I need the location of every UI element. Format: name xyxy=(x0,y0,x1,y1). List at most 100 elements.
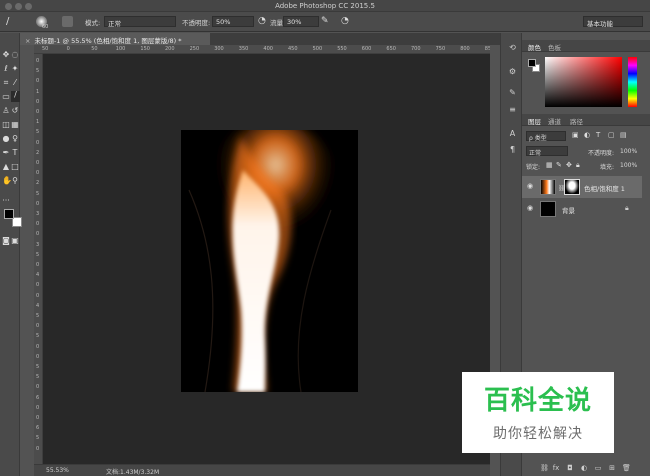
visibility-eye-icon[interactable]: ◉ xyxy=(527,205,535,212)
layer-row-hue-saturation[interactable]: ◉ ⛓ 色相/饱和度 1 xyxy=(522,176,642,198)
flow-value: 30% xyxy=(287,18,302,26)
filter-smart-object-icon[interactable]: ▤ xyxy=(620,131,627,139)
layer-opacity-label: 不透明度: xyxy=(588,150,615,157)
flow-field[interactable]: 30% xyxy=(283,16,319,27)
ruler-tick-label: 300 xyxy=(214,46,224,52)
brush-tool-icon[interactable]: / xyxy=(6,16,17,27)
layers-panel-tabs: 图层 通道 路径 xyxy=(522,114,650,126)
add-mask-icon[interactable]: ◘ xyxy=(566,464,574,472)
marquee-tool-icon[interactable]: ◌ xyxy=(11,51,19,59)
brush-panel-toggle-icon[interactable] xyxy=(62,16,73,27)
quick-mask-icon[interactable]: ◙ xyxy=(2,237,10,245)
hue-slider[interactable] xyxy=(628,57,637,107)
tab-paths[interactable]: 路径 xyxy=(570,116,583,126)
eyedropper-tool-icon[interactable]: ⁄ xyxy=(11,79,19,87)
ruler-tick-label: 600 xyxy=(361,46,372,52)
lock-transparent-icon[interactable]: ▦ xyxy=(546,161,553,169)
new-layer-icon[interactable]: ⊞ xyxy=(608,464,616,472)
tab-channels[interactable]: 通道 xyxy=(548,116,561,126)
layer-style-icon[interactable]: fx xyxy=(552,464,560,472)
fill-label: 填充: xyxy=(600,164,615,171)
delete-layer-icon[interactable]: 🗑︎ xyxy=(622,464,631,472)
blend-mode-select[interactable]: 正常 xyxy=(526,146,568,157)
ruler-tick-label: 750 xyxy=(435,46,446,52)
foreground-color-swatch[interactable] xyxy=(4,209,14,219)
more-tools-icon[interactable]: ··· xyxy=(2,197,10,205)
zoom-tool-icon[interactable]: ⚲ xyxy=(11,177,19,185)
screen-mode-icon[interactable]: ▣ xyxy=(11,237,19,245)
move-tool-icon[interactable]: ✥ xyxy=(2,51,10,59)
opacity-field[interactable]: 50% xyxy=(212,16,254,27)
ruler-tick-label: 850 xyxy=(484,46,490,52)
visibility-eye-icon[interactable]: ◉ xyxy=(527,183,535,190)
magic-wand-tool-icon[interactable]: ✦ xyxy=(11,65,19,73)
layer-opacity-value[interactable]: 100% xyxy=(620,148,637,155)
paragraph-panel-icon[interactable]: ¶ xyxy=(508,145,517,154)
ruler-tick-label: 6 xyxy=(36,425,40,432)
workspace-switcher[interactable]: 基本功能 xyxy=(583,16,643,28)
brush-tool-active-icon[interactable]: / xyxy=(11,91,20,102)
document-info[interactable]: 文档:1.43M/3.32M xyxy=(106,467,159,476)
layer-filter-value: ρ 类型 xyxy=(529,135,547,142)
pen-tool-icon[interactable]: ✒ xyxy=(2,149,10,157)
adjustments-panel-icon[interactable]: ≡ xyxy=(508,105,517,114)
pressure-opacity-icon[interactable]: ◔ xyxy=(258,16,269,27)
link-layers-icon[interactable]: ⛓ xyxy=(540,464,549,472)
lasso-tool-icon[interactable]: ℓ xyxy=(2,65,10,73)
ruler-tick-label: 0 xyxy=(36,262,40,268)
history-brush-tool-icon[interactable]: ↺ xyxy=(11,107,19,115)
filter-pixel-icon[interactable]: ▣ xyxy=(572,131,579,139)
crop-tool-icon[interactable]: ⌗ xyxy=(2,79,10,87)
type-tool-icon[interactable]: T xyxy=(11,149,19,157)
ruler-tick-label: 400 xyxy=(263,46,273,52)
pressure-size-icon[interactable]: ◔ xyxy=(341,16,352,27)
brush-presets-panel-icon[interactable]: ✎ xyxy=(508,88,517,97)
path-selection-tool-icon[interactable]: ▲ xyxy=(2,163,10,171)
watermark-logo: 百科全说 助你轻松解决 xyxy=(462,372,614,453)
close-tab-icon[interactable]: × xyxy=(25,37,30,45)
hand-tool-icon[interactable]: ✋ xyxy=(2,177,12,185)
filter-shape-icon[interactable]: ▢ xyxy=(608,131,615,139)
character-panel-icon[interactable]: A xyxy=(508,129,517,138)
blur-tool-icon[interactable]: ● xyxy=(2,135,10,143)
properties-panel-icon[interactable]: ⚙ xyxy=(508,67,517,76)
ruler-tick-label: 5 xyxy=(36,190,40,197)
history-panel-icon[interactable]: ⟲ xyxy=(508,43,517,52)
new-group-icon[interactable]: ▭ xyxy=(594,464,602,472)
fill-value[interactable]: 100% xyxy=(620,162,637,169)
dodge-tool-icon[interactable]: ♀ xyxy=(11,135,19,143)
layer-filter-select[interactable]: ρ 类型 xyxy=(526,131,566,142)
tab-color[interactable]: 颜色 xyxy=(528,42,541,52)
ruler-tick-label: 50 xyxy=(42,46,49,52)
healing-brush-tool-icon[interactable]: ▭ xyxy=(2,93,10,101)
document-tab[interactable]: × 未标题-1 @ 55.5% (色相/饱和度 1, 图层蒙版/8) * xyxy=(20,33,210,45)
layer-row-background[interactable]: ◉ 背景 🔒︎ xyxy=(522,198,642,220)
document-canvas[interactable] xyxy=(181,130,358,392)
rectangle-tool-icon[interactable]: □ xyxy=(11,163,19,171)
airbrush-icon[interactable]: ✎ xyxy=(321,16,332,27)
lock-image-icon[interactable]: ✎ xyxy=(556,161,562,169)
gradient-tool-icon[interactable]: ▦ xyxy=(11,121,19,129)
zoom-level[interactable]: 55.53% xyxy=(46,467,69,474)
color-picker-field[interactable] xyxy=(545,57,622,107)
ruler-tick-label: 0 xyxy=(36,292,40,299)
ruler-tick-label: 3 xyxy=(36,211,40,217)
ruler-tick-label: 0 xyxy=(36,445,40,452)
ruler-tick-label: 5 xyxy=(36,435,40,442)
layer-lock-icon: 🔒︎ xyxy=(625,204,629,212)
lock-position-icon[interactable]: ✥ xyxy=(566,161,572,169)
eraser-tool-icon[interactable]: ◫ xyxy=(2,121,10,129)
layer-mask-thumbnail[interactable] xyxy=(564,179,580,195)
tab-layers[interactable]: 图层 xyxy=(528,116,541,126)
panel-foreground-swatch[interactable] xyxy=(528,59,536,67)
filter-type-icon[interactable]: T xyxy=(596,131,600,139)
mode-label: 模式: xyxy=(85,19,101,27)
lock-all-icon[interactable]: 🔒︎ xyxy=(576,161,580,170)
mode-select[interactable]: 正常 xyxy=(104,16,176,28)
filter-adjustment-icon[interactable]: ◐ xyxy=(584,131,590,139)
watermark-subtitle: 助你轻松解决 xyxy=(493,426,583,442)
new-adjustment-layer-icon[interactable]: ◐ xyxy=(580,464,588,472)
clone-stamp-tool-icon[interactable]: ♙ xyxy=(2,107,10,115)
tab-swatches[interactable]: 色板 xyxy=(548,42,561,52)
watermark-title: 百科全说 xyxy=(483,386,592,416)
